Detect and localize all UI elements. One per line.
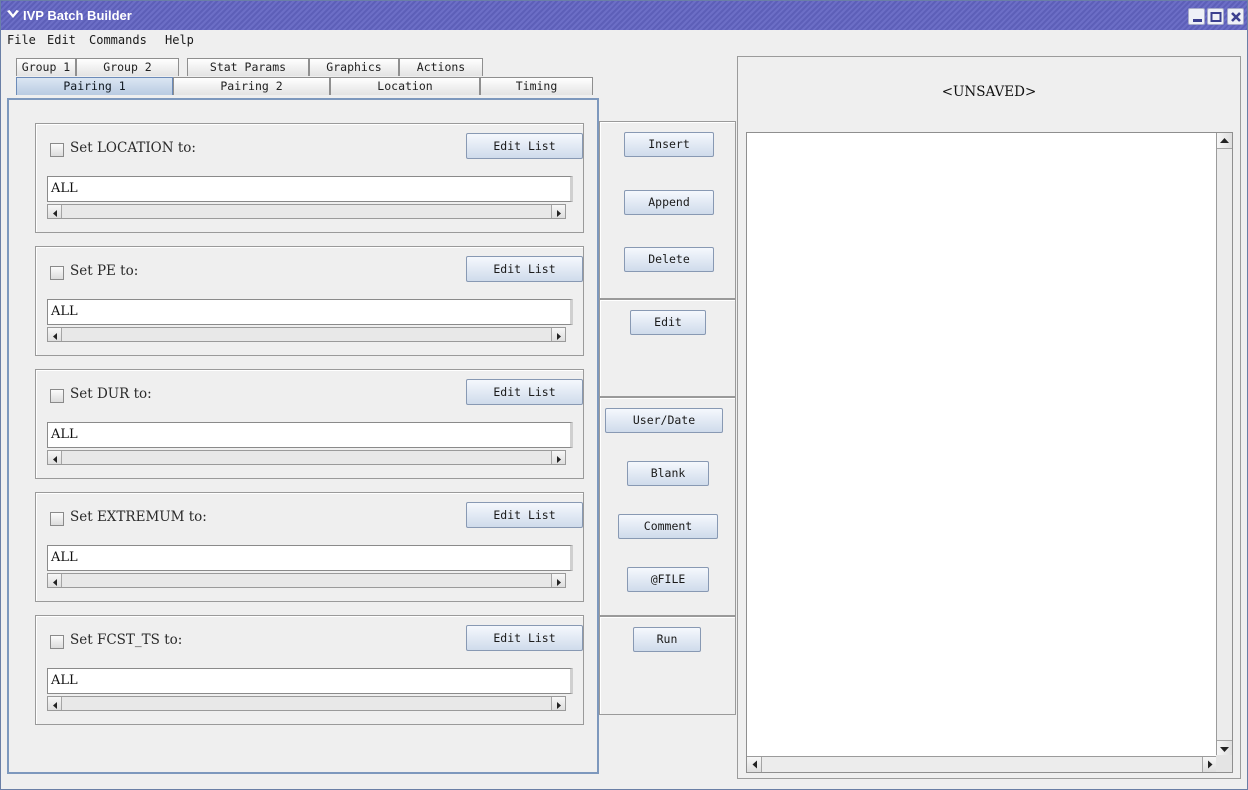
run-button[interactable]: Run — [633, 627, 701, 652]
insert-helpers-section: User/Date Blank Comment @FILE — [599, 397, 736, 616]
scroll-right-icon[interactable] — [551, 451, 565, 464]
close-icon — [1231, 12, 1241, 22]
close-button[interactable] — [1227, 8, 1244, 25]
fcst-ts-hscrollbar[interactable] — [47, 696, 566, 711]
menu-bar: File Edit Commands Help — [1, 30, 1247, 51]
fcst-ts-checkbox[interactable] — [50, 635, 64, 649]
pairing-1-panel: Set LOCATION to: Edit List ALL Set PE to… — [7, 98, 599, 774]
fcst-ts-checkbox-label[interactable]: Set FCST_TS to: — [70, 632, 182, 648]
dur-param-group: Set DUR to: Edit List ALL — [35, 369, 584, 479]
dur-checkbox[interactable] — [50, 389, 64, 403]
pe-param-group: Set PE to: Edit List ALL — [35, 246, 584, 356]
menu-file[interactable]: File — [7, 33, 36, 47]
tab-actions[interactable]: Actions — [399, 58, 483, 76]
tab-group-1[interactable]: Group 1 — [16, 58, 76, 76]
scroll-down-icon[interactable] — [1217, 740, 1232, 756]
tab-location[interactable]: Location — [330, 77, 480, 95]
tab-timing[interactable]: Timing — [480, 77, 593, 95]
tab-pairing-2[interactable]: Pairing 2 — [173, 77, 330, 95]
menu-help[interactable]: Help — [165, 33, 194, 47]
scroll-left-icon[interactable] — [48, 574, 62, 587]
location-param-group: Set LOCATION to: Edit List ALL — [35, 123, 584, 233]
tab-pairing-1[interactable]: Pairing 1 — [16, 77, 173, 95]
fcst-ts-value-field[interactable]: ALL — [47, 668, 573, 694]
extremum-checkbox[interactable] — [50, 512, 64, 526]
pe-checkbox[interactable] — [50, 266, 64, 280]
extremum-value-field[interactable]: ALL — [47, 545, 573, 571]
scroll-left-icon[interactable] — [48, 451, 62, 464]
title-bar: IVP Batch Builder — [1, 1, 1247, 30]
run-section: Run — [599, 616, 736, 715]
command-column: Insert Append Delete Edit User/Date Blan… — [599, 121, 737, 715]
scroll-right-icon[interactable] — [551, 574, 565, 587]
tab-stat-params[interactable]: Stat Params — [187, 58, 309, 76]
comment-button[interactable]: Comment — [618, 514, 718, 539]
fcst-ts-edit-list-button[interactable]: Edit List — [466, 625, 583, 651]
edit-button[interactable]: Edit — [630, 310, 706, 335]
edit-section: Edit — [599, 299, 736, 397]
scroll-right-icon[interactable] — [551, 205, 565, 218]
scroll-right-icon[interactable] — [551, 328, 565, 341]
dur-checkbox-label[interactable]: Set DUR to: — [70, 386, 152, 402]
location-hscrollbar[interactable] — [47, 204, 566, 219]
dur-hscrollbar[interactable] — [47, 450, 566, 465]
extremum-hscrollbar[interactable] — [47, 573, 566, 588]
tab-group-2[interactable]: Group 2 — [76, 58, 179, 76]
editor-vscrollbar[interactable] — [1216, 133, 1232, 756]
location-edit-list-button[interactable]: Edit List — [466, 133, 583, 159]
scroll-left-icon[interactable] — [48, 697, 62, 710]
extremum-edit-list-button[interactable]: Edit List — [466, 502, 583, 528]
dur-edit-list-button[interactable]: Edit List — [466, 379, 583, 405]
extremum-param-group: Set EXTREMUM to: Edit List ALL — [35, 492, 584, 602]
menu-commands[interactable]: Commands — [89, 33, 147, 47]
scroll-left-icon[interactable] — [48, 205, 62, 218]
minimize-icon — [1193, 19, 1202, 22]
batch-text-area[interactable] — [746, 132, 1233, 773]
app-window: IVP Batch Builder File Edit Commands Hel… — [0, 0, 1248, 790]
scroll-left-icon[interactable] — [48, 328, 62, 341]
maximize-button[interactable] — [1207, 8, 1224, 25]
fcst-ts-param-group: Set FCST_TS to: Edit List ALL — [35, 615, 584, 725]
location-checkbox-label[interactable]: Set LOCATION to: — [70, 140, 196, 156]
user-date-button[interactable]: User/Date — [605, 408, 723, 433]
blank-button[interactable]: Blank — [627, 461, 709, 486]
pe-checkbox-label[interactable]: Set PE to: — [70, 263, 138, 279]
location-value-field[interactable]: ALL — [47, 176, 573, 202]
append-button[interactable]: Append — [624, 190, 714, 215]
window-title: IVP Batch Builder — [23, 8, 132, 23]
location-checkbox[interactable] — [50, 143, 64, 157]
pe-value-field[interactable]: ALL — [47, 299, 573, 325]
insert-append-delete-section: Insert Append Delete — [599, 121, 736, 299]
insert-button[interactable]: Insert — [624, 132, 714, 157]
window-menu-chevron-icon[interactable] — [6, 8, 20, 22]
extremum-checkbox-label[interactable]: Set EXTREMUM to: — [70, 509, 207, 525]
pe-hscrollbar[interactable] — [47, 327, 566, 342]
delete-button[interactable]: Delete — [624, 247, 714, 272]
maximize-icon — [1210, 12, 1222, 22]
menu-edit[interactable]: Edit — [47, 33, 76, 47]
file-status-label: <UNSAVED> — [941, 84, 1037, 100]
pe-edit-list-button[interactable]: Edit List — [466, 256, 583, 282]
scroll-right-icon[interactable] — [1202, 757, 1217, 772]
scroll-left-icon[interactable] — [747, 757, 762, 772]
dur-value-field[interactable]: ALL — [47, 422, 573, 448]
batch-editor-panel: <UNSAVED> — [737, 56, 1241, 779]
tab-graphics[interactable]: Graphics — [309, 58, 399, 76]
scroll-up-icon[interactable] — [1217, 133, 1232, 149]
scroll-right-icon[interactable] — [551, 697, 565, 710]
minimize-button[interactable] — [1188, 8, 1205, 25]
scroll-corner — [1216, 755, 1232, 772]
editor-hscrollbar[interactable] — [747, 756, 1217, 772]
file-button[interactable]: @FILE — [627, 567, 709, 592]
